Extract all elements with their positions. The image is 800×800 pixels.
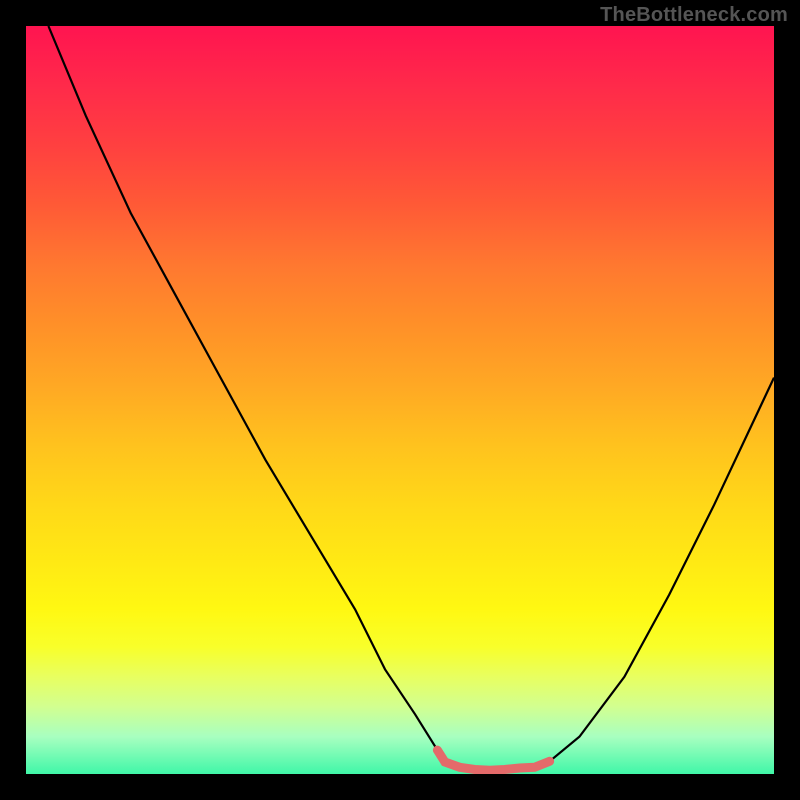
outer-frame: TheBottleneck.com: [0, 0, 800, 800]
brand-watermark: TheBottleneck.com: [600, 4, 788, 27]
flat-bottom-segment: [437, 750, 549, 770]
chart-svg: [26, 26, 774, 774]
plot-area: [26, 26, 774, 774]
main-curve: [48, 26, 774, 770]
